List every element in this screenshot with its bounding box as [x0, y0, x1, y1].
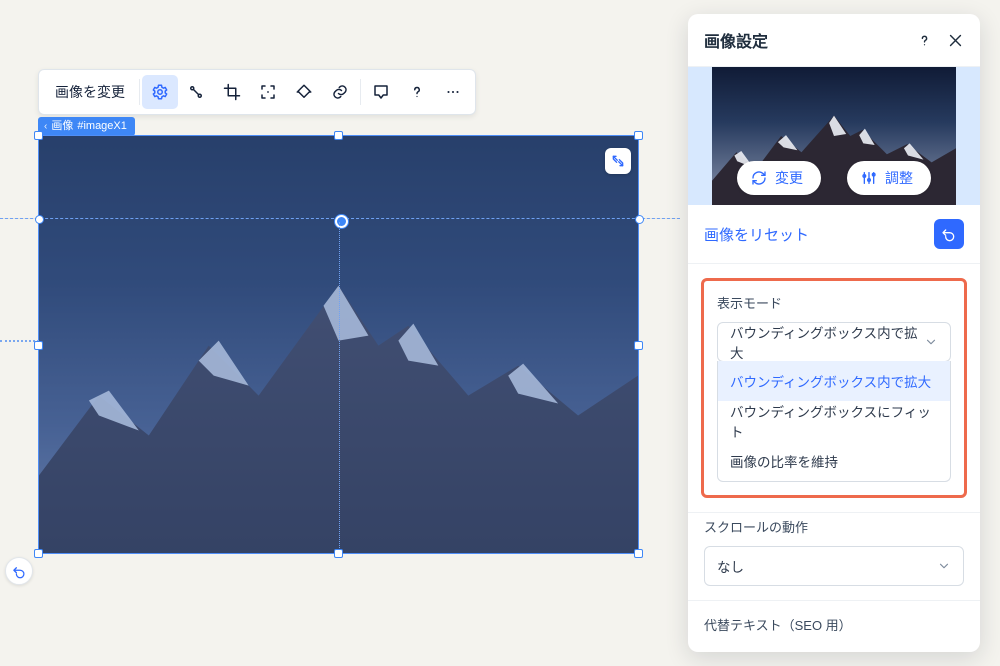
adjust-image-pill[interactable]: 調整: [847, 161, 931, 195]
resize-handle-bl[interactable]: [34, 549, 43, 558]
change-pill-label: 変更: [775, 168, 803, 188]
adjust-pill-label: 調整: [885, 168, 913, 188]
change-image-button[interactable]: 画像を変更: [43, 75, 137, 109]
alt-text-section: 代替テキスト（SEO 用）: [688, 601, 980, 652]
image-settings-panel: 画像設定: [688, 14, 980, 652]
element-tag-prefix: 画像: [51, 121, 73, 132]
comment-icon[interactable]: [363, 75, 399, 109]
reset-image-link[interactable]: 画像をリセット: [704, 224, 809, 245]
separator: [139, 79, 140, 105]
resize-handle-tc[interactable]: [334, 131, 343, 140]
focal-handle[interactable]: [335, 215, 348, 228]
help-icon[interactable]: [399, 75, 435, 109]
scroll-behavior-section: スクロールの動作 なし: [688, 513, 980, 601]
more-icon[interactable]: [435, 75, 471, 109]
resize-handle-tr[interactable]: [634, 131, 643, 140]
focal-point-icon[interactable]: [250, 75, 286, 109]
resize-handle-bc[interactable]: [334, 549, 343, 558]
link-icon[interactable]: [322, 75, 358, 109]
scroll-behavior-label: スクロールの動作: [704, 517, 964, 536]
resize-handle-mr[interactable]: [634, 341, 643, 350]
chevron-down-icon: [937, 559, 951, 573]
element-tag-id: #imageX1: [77, 121, 127, 132]
reset-icon-button[interactable]: [934, 219, 964, 249]
settings-icon[interactable]: [142, 75, 178, 109]
scroll-behavior-select[interactable]: なし: [704, 546, 964, 586]
close-icon[interactable]: [947, 32, 964, 49]
image-toolbar: 画像を変更: [38, 69, 476, 115]
change-image-pill[interactable]: 変更: [737, 161, 821, 195]
chevron-down-icon: [924, 335, 938, 349]
animation-icon[interactable]: [178, 75, 214, 109]
display-mode-section: 表示モード バウンディングボックス内で拡大 バウンディングボックス内で拡大 バウ…: [688, 264, 980, 513]
highlight-box: 表示モード バウンディングボックス内で拡大 バウンディングボックス内で拡大 バウ…: [701, 278, 967, 498]
display-mode-label: 表示モード: [717, 293, 951, 312]
resize-handle-tl[interactable]: [34, 131, 43, 140]
expand-icon[interactable]: [605, 148, 631, 174]
alt-text-label: 代替テキスト（SEO 用）: [704, 615, 964, 634]
display-mode-option[interactable]: 画像の比率を維持: [718, 441, 950, 481]
chevron-left-icon: ‹: [44, 122, 47, 132]
mask-icon[interactable]: [286, 75, 322, 109]
panel-header: 画像設定: [688, 14, 980, 67]
display-mode-option[interactable]: バウンディングボックスにフィット: [718, 401, 950, 441]
scroll-behavior-value: なし: [717, 556, 744, 576]
image-preview: 変更 調整: [688, 67, 980, 205]
undo-button[interactable]: [5, 557, 33, 585]
panel-title: 画像設定: [704, 28, 768, 52]
resize-handle-br[interactable]: [634, 549, 643, 558]
element-tag[interactable]: ‹ 画像 #imageX1: [38, 117, 135, 136]
display-mode-select[interactable]: バウンディングボックス内で拡大: [717, 322, 951, 362]
separator: [360, 79, 361, 105]
display-mode-value: バウンディングボックス内で拡大: [730, 322, 924, 362]
vertical-guide: [339, 222, 340, 552]
crop-icon[interactable]: [214, 75, 250, 109]
panel-help-icon[interactable]: [916, 32, 933, 49]
resize-handle-ml[interactable]: [34, 341, 43, 350]
display-mode-dropdown: バウンディングボックス内で拡大 バウンディングボックスにフィット 画像の比率を維…: [717, 361, 951, 482]
reset-row: 画像をリセット: [688, 205, 980, 264]
display-mode-option[interactable]: バウンディングボックス内で拡大: [718, 361, 950, 401]
